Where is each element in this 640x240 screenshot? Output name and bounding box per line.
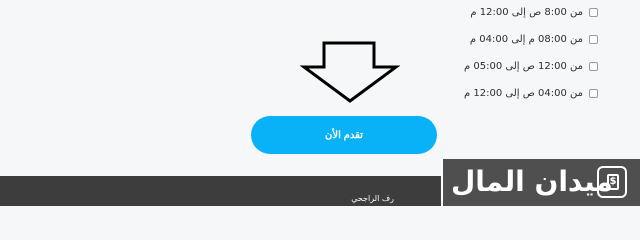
shift-option-3[interactable]: من 12:00 ص إلى 05:00 م	[378, 58, 598, 74]
shift-label: من 04:00 ص إلى 12:00 م	[464, 87, 583, 99]
shift-option-4[interactable]: من 04:00 ص إلى 12:00 م	[378, 85, 598, 101]
checkbox[interactable]	[589, 34, 598, 44]
shift-option-2[interactable]: من 08:00 م إلى 04:00 م	[378, 31, 598, 47]
brand-logo: $ ميدان المال	[441, 159, 640, 206]
apply-now-button[interactable]: تقدم الأن	[251, 116, 437, 154]
checkbox[interactable]	[589, 7, 598, 17]
footer-text: رف الراجحي	[351, 194, 394, 203]
down-arrow-icon	[300, 41, 400, 103]
shift-label: من 8:00 ص إلى 12:00 م	[470, 6, 583, 18]
shift-label: من 12:00 ص إلى 05:00 م	[464, 60, 583, 72]
brand-name: ميدان المال	[451, 165, 613, 198]
checkbox[interactable]	[589, 88, 598, 98]
shift-options: من 8:00 ص إلى 12:00 م من 08:00 م إلى 04:…	[378, 0, 598, 112]
shift-option-1[interactable]: من 8:00 ص إلى 12:00 م	[378, 4, 598, 20]
shift-label: من 08:00 م إلى 04:00 م	[469, 33, 583, 45]
checkbox[interactable]	[589, 61, 598, 71]
